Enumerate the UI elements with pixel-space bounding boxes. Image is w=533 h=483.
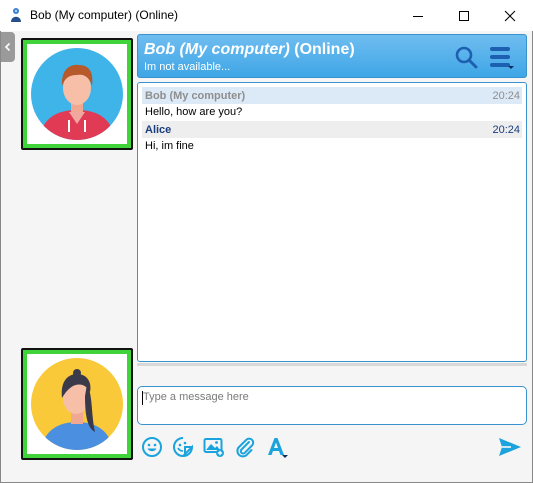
contact-avatar[interactable] [21,38,133,150]
maximize-button[interactable] [441,0,487,31]
window-title: Bob (My computer) (Online) [30,8,179,22]
font-icon [268,438,288,458]
contact-name: Bob (My computer) [144,41,290,58]
search-icon[interactable] [454,45,478,69]
app-logo-icon [11,8,21,22]
splitter-handle[interactable] [137,363,527,366]
presence-label: (Online) [294,41,355,58]
female-avatar-icon [31,358,123,450]
minimize-button[interactable] [395,0,441,31]
message-time: 20:24 [492,123,520,136]
title-bar: Bob (My computer) (Online) [0,0,533,31]
chevron-left-icon [4,42,11,52]
image-icon [203,438,224,457]
maximize-icon [459,10,469,21]
male-avatar-icon [31,48,123,140]
emoji-icon [142,437,162,457]
close-icon [504,10,516,21]
message-header: Bob (My computer) 20:24 [142,87,522,104]
attach-file-button[interactable] [234,436,256,458]
text-caret [142,391,143,405]
message-input[interactable] [137,386,527,425]
message-history[interactable]: Bob (My computer) 20:24 Hello, how are y… [137,82,527,362]
collapse-panel-button[interactable] [1,32,15,62]
minimize-icon [413,15,423,17]
font-button[interactable] [266,436,288,458]
message-text: Hello, how are you? [145,106,243,118]
close-button[interactable] [487,0,533,31]
message-sender: Alice [145,123,172,136]
message-text: Hi, im fine [145,140,194,152]
sticker-button[interactable] [172,436,194,458]
send-button[interactable] [497,436,523,458]
message-time: 20:24 [492,89,520,102]
chat-header: Bob (My computer) (Online) Im not availa… [137,34,527,78]
own-avatar[interactable] [21,348,133,460]
menu-icon[interactable] [488,44,514,70]
message-header: Alice 20:24 [142,121,522,138]
message-sender: Bob (My computer) [145,89,246,102]
attach-icon [236,437,255,458]
send-icon [499,438,521,456]
status-message: Im not available... [144,61,231,73]
send-image-button[interactable] [203,436,225,458]
emoji-button[interactable] [141,436,163,458]
contact-name-line: Bob (My computer) (Online) [144,41,355,59]
sticker-icon [173,437,194,457]
